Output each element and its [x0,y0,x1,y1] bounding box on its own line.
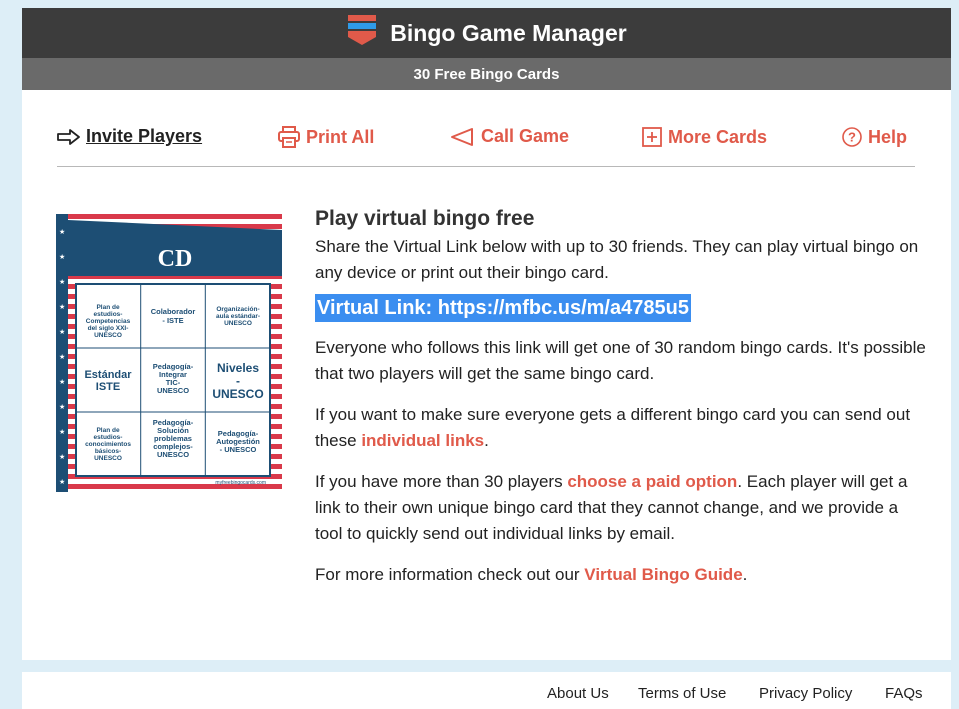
svg-text:★: ★ [59,303,65,311]
top-header: Bingo Game Manager [22,8,951,58]
main-panel: Bingo Game Manager 30 Free Bingo Cards I… [22,8,951,660]
svg-text:★: ★ [59,228,65,236]
svg-text:Pedagogía-Soluciónproblemascom: Pedagogía-Solución problemas complejos-UNE… [153,418,194,459]
invite-players-link[interactable]: Invite Players [57,126,202,147]
svg-text:★: ★ [59,278,65,286]
svg-text:★: ★ [59,403,65,411]
virtual-link[interactable]: Virtual Link: https://mfbc.us/m/a4785u5 [315,294,691,322]
more-cards-button[interactable]: More Cards [641,126,767,148]
arrow-right-icon [57,128,80,145]
svg-text:★: ★ [59,428,65,436]
card-footer-text: myfreebingocards.com [215,480,266,486]
bingo-card-preview[interactable]: ★ ★ ★ ★ ★ ★ ★ ★ ★ ★ ★ CD Plan de estudios-Compet… [56,214,282,492]
individual-links-link[interactable]: individual links [361,431,484,450]
invite-players-label: Invite Players [86,126,203,146]
paragraph-random-cards: Everyone who follows this link will get … [315,338,926,383]
virtual-bingo-guide-link[interactable]: Virtual Bingo Guide [584,565,742,584]
faqs-link[interactable]: FAQs [885,685,923,702]
svg-text:★: ★ [59,453,65,461]
paragraph-guide: For more information check out our Virtu… [315,562,927,588]
svg-text:?: ? [848,130,856,145]
paid-option-link[interactable]: choose a paid option [567,472,737,491]
paragraph-paid-option: If you have more than 30 players choose … [315,469,927,547]
svg-text:Pedagogía-Autogestión- UNESCO: Pedagogía-Autogestión - UNESCO [216,429,260,454]
megaphone-icon [451,127,473,146]
sub-header: 30 Free Bingo Cards [22,58,951,90]
paragraph-text: For more information check out our [315,565,585,584]
paragraph-text: . [742,565,748,584]
paragraph-text: If you have more than 30 players [315,472,568,491]
printer-icon [278,126,300,148]
svg-text:★: ★ [59,378,65,386]
svg-text:★: ★ [59,478,65,486]
app-title: Bingo Game Manager [390,19,627,46]
svg-text:★: ★ [59,328,65,336]
plus-square-icon [642,127,662,147]
page-heading: Play virtual bingo free [315,207,535,230]
more-cards-label: More Cards [668,126,768,147]
call-game-button[interactable]: Call Game [450,126,569,147]
paragraph-individual-links: If you want to make sure everyone gets a… [315,402,927,454]
terms-of-use-link[interactable]: Terms of Use [638,685,726,702]
site-footer: About Us Terms of Use Privacy Policy FAQ… [22,672,951,709]
content-area: Play virtual bingo free Share the Virtua… [315,206,927,603]
action-nav: Invite Players Print All Call Game More … [57,126,915,167]
about-us-link[interactable]: About Us [547,685,609,702]
print-all-button[interactable]: Print All [277,126,374,148]
panel-divider [22,660,951,672]
help-label: Help [868,126,908,147]
print-all-label: Print All [306,126,375,147]
svg-text:★: ★ [59,353,65,361]
intro-text: Share the Virtual Link below with up to … [315,237,919,282]
help-button[interactable]: ? Help [841,126,907,148]
question-circle-icon: ? [842,127,862,147]
logo-icon [346,13,378,53]
card-title: CD [158,246,193,272]
svg-text:★: ★ [59,253,65,261]
paragraph-text: . [484,431,489,450]
call-game-label: Call Game [481,126,570,146]
privacy-policy-link[interactable]: Privacy Policy [759,685,852,702]
